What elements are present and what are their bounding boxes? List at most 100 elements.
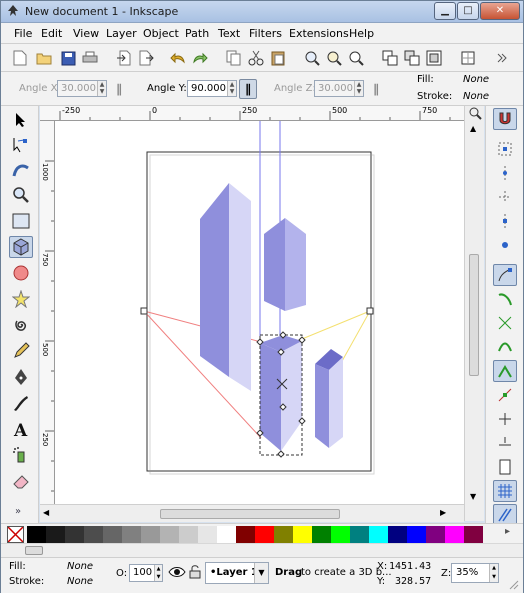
menu-text[interactable]: Text	[218, 27, 240, 40]
redo-icon[interactable]	[189, 47, 211, 69]
cut-icon[interactable]	[245, 47, 267, 69]
snap-cusp-nodes-toggle[interactable]	[493, 360, 517, 382]
color-swatch[interactable]	[27, 526, 46, 543]
snap-object-centers-button[interactable]	[493, 408, 517, 430]
vertical-scroll-thumb[interactable]	[469, 254, 479, 376]
color-swatch[interactable]	[293, 526, 312, 543]
angle-x-parallel-toggle[interactable]: ∥	[110, 79, 128, 99]
snap-page-border-button[interactable]	[493, 456, 517, 478]
color-swatch[interactable]	[350, 526, 369, 543]
menu-view[interactable]: View	[73, 27, 99, 40]
color-swatch[interactable]	[65, 526, 84, 543]
tweak-tool[interactable]	[9, 159, 33, 181]
snap-rotation-centers-button[interactable]	[493, 432, 517, 454]
menu-edit[interactable]: Edit	[41, 27, 62, 40]
close-button[interactable]: ✕	[480, 2, 520, 20]
text-tool[interactable]: A	[9, 418, 33, 440]
node-tool[interactable]	[9, 134, 33, 156]
ellipse-tool[interactable]	[9, 262, 33, 284]
3d-box-tool[interactable]	[9, 236, 33, 258]
color-swatch[interactable]	[407, 526, 426, 543]
color-swatch[interactable]	[464, 526, 483, 543]
drawing-canvas[interactable]	[55, 121, 464, 504]
spin-arrows-icon[interactable]: ▲ ▼	[227, 81, 236, 96]
palette-scrollbar[interactable]	[1, 543, 523, 557]
print-icon[interactable]	[79, 47, 101, 69]
color-swatch[interactable]	[331, 526, 350, 543]
menu-object[interactable]: Object	[143, 27, 179, 40]
zoom-lock-icon[interactable]	[468, 106, 482, 122]
resize-grip-icon[interactable]	[507, 578, 519, 590]
new-document-icon[interactable]	[9, 47, 31, 69]
scroll-up-icon[interactable]: ▲	[470, 124, 476, 133]
3d-box-middle[interactable]	[264, 218, 306, 311]
minimize-button[interactable]: ▁	[434, 2, 456, 20]
snap-nodes-toggle[interactable]	[493, 264, 517, 286]
angle-y-parallel-toggle[interactable]: ∥	[239, 79, 257, 99]
color-swatch[interactable]	[445, 526, 464, 543]
snap-bbox-edge-button[interactable]	[493, 162, 517, 184]
spin-arrows-icon[interactable]: ▲ ▼	[97, 81, 106, 96]
scroll-left-icon[interactable]: ◀	[43, 508, 49, 517]
vp-x-handle[interactable]	[140, 307, 148, 315]
snap-smooth-nodes-button[interactable]	[493, 336, 517, 358]
pen-tool[interactable]	[9, 366, 33, 388]
spin-arrows-icon[interactable]: ▲ ▼	[489, 564, 498, 582]
palette-scroll-icon[interactable]: ▸	[505, 526, 510, 537]
palette-scroll-thumb[interactable]	[25, 546, 43, 555]
opacity-field[interactable]: 100 ▲ ▼	[129, 564, 163, 582]
color-swatch[interactable]	[160, 526, 179, 543]
paste-icon[interactable]	[267, 47, 289, 69]
snap-toggle[interactable]	[493, 108, 517, 130]
snap-midpoints-button[interactable]	[493, 384, 517, 406]
color-swatch[interactable]	[217, 526, 236, 543]
spin-arrows-icon[interactable]: ▲ ▼	[154, 565, 162, 581]
snap-bbox-center-button[interactable]	[493, 234, 517, 256]
import-icon[interactable]	[113, 47, 135, 69]
status-fill-value[interactable]: None	[67, 561, 93, 572]
save-icon[interactable]	[57, 47, 79, 69]
group-icon[interactable]	[423, 47, 445, 69]
chevron-down-icon[interactable]: ▼	[254, 563, 268, 583]
open-folder-icon[interactable]	[33, 47, 55, 69]
star-tool[interactable]	[9, 288, 33, 310]
color-swatch[interactable]	[179, 526, 198, 543]
toolbox-more-icon[interactable]: »	[15, 506, 21, 517]
snap-intersections-button[interactable]	[493, 312, 517, 334]
color-swatch[interactable]	[236, 526, 255, 543]
more-commands-icon[interactable]	[489, 47, 515, 69]
pencil-tool[interactable]	[9, 340, 33, 362]
color-swatch[interactable]	[312, 526, 331, 543]
vertical-scrollbar[interactable]: ▲ ▼	[464, 106, 484, 521]
clone-icon[interactable]	[401, 47, 423, 69]
menu-extensions[interactable]: Extensions	[289, 27, 349, 40]
zoom-drawing-icon[interactable]	[323, 47, 345, 69]
zoom-selection-icon[interactable]	[301, 47, 323, 69]
spin-arrows-icon[interactable]: ▲ ▼	[354, 81, 363, 96]
duplicate-icon[interactable]	[379, 47, 401, 69]
snap-paths-button[interactable]	[493, 288, 517, 310]
color-swatch[interactable]	[198, 526, 217, 543]
menu-filters[interactable]: Filters	[249, 27, 282, 40]
color-swatch[interactable]	[255, 526, 274, 543]
undo-icon[interactable]	[167, 47, 189, 69]
snap-bbox-button[interactable]	[493, 138, 517, 160]
color-swatch[interactable]	[84, 526, 103, 543]
menu-help[interactable]: Help	[349, 27, 374, 40]
rectangle-tool[interactable]	[9, 210, 33, 232]
menu-file[interactable]: File	[14, 27, 32, 40]
color-swatch[interactable]	[141, 526, 160, 543]
preferences-icon[interactable]	[457, 47, 479, 69]
color-swatch[interactable]	[103, 526, 122, 543]
snap-grid-toggle[interactable]	[493, 480, 517, 502]
3d-box-small[interactable]	[315, 349, 343, 448]
snap-bbox-corner-button[interactable]	[493, 186, 517, 208]
maximize-button[interactable]: □	[457, 2, 479, 20]
spray-tool[interactable]	[9, 444, 33, 466]
no-paint-swatch[interactable]	[7, 526, 24, 543]
scroll-right-icon[interactable]: ▶	[440, 508, 446, 517]
horizontal-scroll-thumb[interactable]	[160, 509, 340, 519]
color-swatch[interactable]	[274, 526, 293, 543]
angle-y-field[interactable]: 90.000 ▲ ▼	[187, 80, 237, 97]
menu-layer[interactable]: Layer	[106, 27, 137, 40]
